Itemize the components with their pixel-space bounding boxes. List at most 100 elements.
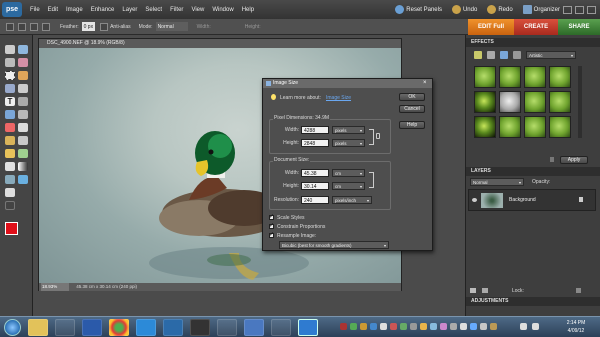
zoom-level[interactable]: 18.93%: [41, 283, 69, 291]
tray-icon[interactable]: [480, 323, 487, 330]
type-tool-icon[interactable]: T: [5, 97, 15, 106]
network-icon[interactable]: [520, 323, 527, 330]
marquee-tool-icon[interactable]: [5, 71, 15, 80]
menu-view[interactable]: View: [187, 7, 208, 13]
library-taskbar-icon[interactable]: [55, 319, 75, 336]
layer-name[interactable]: Background: [509, 197, 536, 203]
cancel-button[interactable]: Cancel: [399, 105, 425, 113]
undo-button[interactable]: Undo: [451, 5, 477, 14]
resample-method-select[interactable]: Bicubic (best for smooth gradients): [279, 241, 389, 249]
effect-thumb[interactable]: [474, 116, 496, 138]
tray-icon[interactable]: [440, 323, 447, 330]
learn-more-link[interactable]: Image Size: [326, 95, 351, 101]
tray-icon[interactable]: [380, 323, 387, 330]
itunes-taskbar-icon[interactable]: [244, 319, 264, 336]
mode-select[interactable]: Normal: [155, 22, 188, 31]
straighten-tool-icon[interactable]: [18, 110, 28, 119]
crop-tool-icon[interactable]: [18, 97, 28, 106]
adjustments-panel-header[interactable]: ADJUSTMENTS: [466, 297, 600, 306]
effects-panel-header[interactable]: EFFECTS: [466, 38, 600, 47]
resolution-unit-select[interactable]: pixels/inch: [332, 196, 372, 204]
effect-thumb[interactable]: [474, 91, 496, 113]
resolution-input[interactable]: 240: [301, 196, 329, 204]
scale-styles-checkbox[interactable]: [269, 213, 274, 220]
blur-tool-icon[interactable]: [18, 175, 28, 184]
tray-icon[interactable]: [460, 323, 467, 330]
feather-input[interactable]: 0 px: [81, 22, 96, 31]
selection-intersect-icon[interactable]: [42, 22, 50, 31]
menu-layer[interactable]: Layer: [118, 7, 141, 13]
menu-filter[interactable]: Filter: [166, 7, 187, 13]
tray-icon[interactable]: [340, 323, 347, 330]
share-mode-button[interactable]: SHARE: [558, 19, 600, 35]
lasso-tool-icon[interactable]: [18, 71, 28, 80]
menu-window[interactable]: Window: [208, 7, 237, 13]
apply-button[interactable]: Apply: [560, 156, 588, 164]
filters-tab-icon[interactable]: [474, 51, 482, 59]
smart-brush-tool-icon[interactable]: [18, 149, 28, 158]
tray-icon[interactable]: [430, 323, 437, 330]
eyedropper-tool-icon[interactable]: [18, 58, 28, 67]
help-button[interactable]: Help: [399, 121, 425, 129]
tray-icon[interactable]: [360, 323, 367, 330]
redo-button[interactable]: Redo: [487, 5, 513, 14]
effect-thumb[interactable]: [499, 116, 521, 138]
red-eye-tool-icon[interactable]: [5, 123, 15, 132]
trash-icon[interactable]: [576, 288, 581, 293]
app-taskbar-icon[interactable]: [217, 319, 237, 336]
tray-icon[interactable]: [470, 323, 477, 330]
ok-button[interactable]: OK: [399, 93, 425, 101]
tray-icon[interactable]: [490, 323, 497, 330]
maximize-button[interactable]: [575, 5, 584, 14]
doc-width-unit-select[interactable]: cm: [332, 169, 365, 177]
effect-thumb[interactable]: [524, 91, 546, 113]
close-button[interactable]: [587, 5, 596, 14]
quick-selection-tool-icon[interactable]: [5, 84, 15, 93]
document-title[interactable]: DSC_4900.NEF @ 18.9% (RGB/8): [39, 39, 401, 48]
doc-height-unit-select[interactable]: cm: [332, 182, 365, 190]
tray-icon[interactable]: [370, 323, 377, 330]
organizer-button[interactable]: Organizer: [522, 5, 560, 14]
clock[interactable]: 2:14 PM 4/09/12: [556, 319, 596, 335]
shape-tool-icon[interactable]: [5, 175, 15, 184]
paint-bucket-tool-icon[interactable]: [5, 162, 15, 171]
foreground-color-swatch[interactable]: [5, 222, 18, 235]
menu-file[interactable]: File: [26, 7, 44, 13]
all-effects-tab-icon[interactable]: [513, 51, 521, 59]
tray-icon[interactable]: [390, 323, 397, 330]
start-button[interactable]: [4, 319, 21, 336]
app-taskbar-icon[interactable]: [271, 319, 291, 336]
menu-edit[interactable]: Edit: [44, 7, 62, 13]
doc-width-input[interactable]: 45.38: [301, 169, 329, 177]
effect-thumb[interactable]: [474, 66, 496, 88]
menu-image[interactable]: Image: [62, 7, 87, 13]
tray-icon[interactable]: [420, 323, 427, 330]
menu-help[interactable]: Help: [238, 7, 258, 13]
effects-scrollbar[interactable]: [578, 66, 582, 138]
clone-stamp-tool-icon[interactable]: [5, 136, 15, 145]
px-height-unit-select[interactable]: pixels: [332, 139, 365, 147]
create-mode-button[interactable]: CREATE: [514, 19, 558, 35]
layer-row[interactable]: Background: [468, 189, 596, 211]
new-layer-icon[interactable]: [470, 288, 476, 293]
effect-thumb[interactable]: [549, 66, 571, 88]
sponge-tool-icon[interactable]: [5, 188, 15, 197]
active-pse-taskbar-icon[interactable]: [298, 319, 318, 336]
chrome-taskbar-icon[interactable]: [109, 319, 129, 336]
move-tool-icon[interactable]: [5, 45, 15, 54]
ie-taskbar-icon[interactable]: [136, 319, 156, 336]
effect-thumb[interactable]: [549, 91, 571, 113]
adjustment-layer-icon[interactable]: [482, 288, 488, 293]
close-icon[interactable]: ×: [423, 80, 427, 86]
effect-thumb[interactable]: [524, 66, 546, 88]
cookie-cutter-tool-icon[interactable]: [5, 110, 15, 119]
gradient-tool-icon[interactable]: [18, 162, 28, 171]
menu-select[interactable]: Select: [141, 7, 166, 13]
delete-icon[interactable]: [550, 157, 554, 162]
volume-icon[interactable]: [532, 323, 539, 330]
explorer-taskbar-icon[interactable]: [28, 319, 48, 336]
tray-icon[interactable]: [410, 323, 417, 330]
antialias-checkbox[interactable]: [100, 22, 109, 31]
effect-thumb[interactable]: [499, 91, 521, 113]
edit-mode-button[interactable]: EDIT Full: [468, 19, 514, 35]
